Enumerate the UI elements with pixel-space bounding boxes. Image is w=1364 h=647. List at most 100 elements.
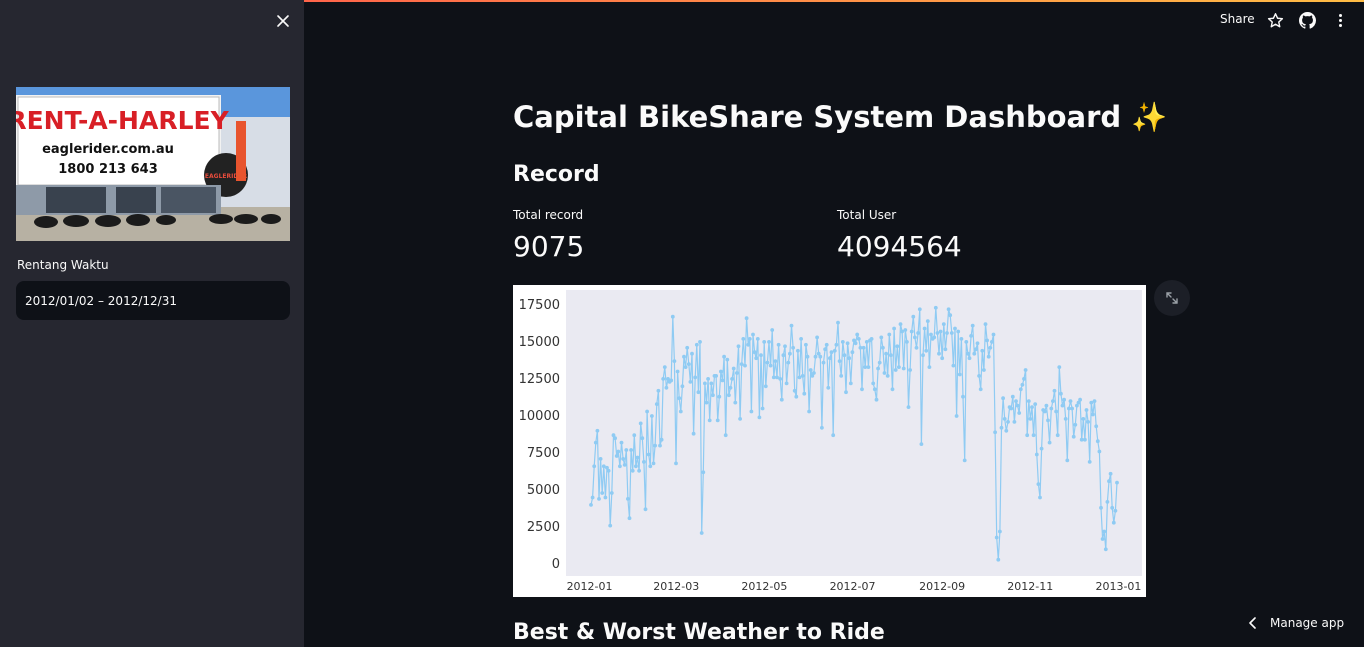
data-point: [760, 406, 765, 411]
data-point: [988, 345, 993, 350]
share-button[interactable]: Share: [1220, 12, 1255, 26]
data-point: [1052, 388, 1057, 393]
data-point: [715, 418, 720, 423]
page-title-text: Capital BikeShare System Dashboard: [513, 100, 1122, 134]
star-button[interactable]: [1267, 12, 1284, 29]
metric-total-record-label: Total record: [513, 208, 584, 222]
data-point: [807, 409, 811, 414]
data-point: [837, 359, 842, 363]
data-point: [1018, 387, 1023, 392]
data-point: [1113, 508, 1118, 513]
data-point: [925, 319, 930, 323]
data-point: [977, 374, 981, 378]
data-point: [884, 351, 888, 356]
data-point: [879, 335, 884, 340]
data-point: [603, 495, 608, 500]
data-point: [919, 442, 924, 446]
star-icon: [1267, 13, 1284, 28]
data-point: [808, 368, 813, 372]
data-point: [916, 331, 920, 335]
fullscreen-button[interactable]: [1154, 280, 1190, 316]
data-point: [606, 468, 611, 473]
data-point: [869, 337, 874, 341]
data-point: [696, 390, 701, 395]
data-point: [733, 400, 738, 405]
data-point: [922, 326, 927, 331]
data-point: [845, 341, 850, 346]
data-point: [871, 381, 876, 386]
data-point: [953, 326, 957, 331]
date-range-value: 2012/01/02 – 2012/12/31: [25, 293, 177, 308]
record-heading: Record: [513, 162, 600, 187]
data-point: [921, 353, 925, 358]
data-point: [1057, 365, 1062, 369]
data-point: [946, 307, 951, 312]
data-point: [990, 340, 994, 344]
data-point: [949, 331, 954, 335]
data-point: [853, 341, 858, 346]
data-point: [1004, 428, 1009, 433]
data-point: [706, 377, 710, 381]
data-point: [821, 360, 826, 365]
github-button[interactable]: [1299, 12, 1316, 29]
data-point: [941, 322, 946, 326]
close-icon: [277, 15, 289, 27]
x-tick-label: 2012-07: [830, 580, 876, 593]
data-point: [659, 437, 664, 442]
data-point: [826, 385, 831, 390]
data-point: [686, 362, 691, 366]
data-point: [832, 348, 837, 353]
data-point: [683, 365, 688, 369]
data-point: [974, 347, 978, 352]
data-point: [1083, 437, 1087, 442]
data-point: [739, 362, 744, 366]
data-point: [640, 436, 645, 441]
data-point: [597, 497, 601, 501]
date-range-input[interactable]: 2012/01/02 – 2012/12/31: [16, 281, 290, 320]
data-point: [1014, 399, 1018, 403]
y-tick-label: 7500: [527, 446, 560, 461]
data-point: [1087, 460, 1092, 464]
manage-app-button[interactable]: Manage app: [1248, 616, 1344, 630]
data-point: [653, 443, 657, 448]
logo-web-text: eaglerider.com.au: [42, 142, 174, 157]
data-point: [1060, 403, 1065, 408]
data-point: [1049, 406, 1054, 411]
data-point: [815, 335, 819, 340]
y-tick-label: 0: [552, 557, 560, 572]
manage-app-label: Manage app: [1270, 616, 1345, 630]
data-point: [722, 354, 726, 359]
data-point: [972, 351, 977, 356]
data-point: [938, 329, 943, 334]
data-point: [847, 356, 852, 361]
data-point: [626, 497, 630, 501]
data-point: [1070, 406, 1074, 411]
data-point: [670, 314, 675, 319]
close-sidebar-button[interactable]: [274, 12, 292, 30]
data-point: [765, 360, 770, 365]
data-point: [778, 377, 783, 381]
chevron-left-icon: [1249, 617, 1256, 629]
y-tick-label: 2500: [527, 520, 560, 535]
data-point: [1044, 403, 1049, 408]
data-point: [784, 381, 789, 386]
data-point: [759, 353, 763, 358]
main-menu-button[interactable]: [1332, 12, 1349, 29]
data-point: [818, 354, 823, 359]
data-point: [598, 457, 603, 461]
data-point: [898, 322, 903, 326]
data-point: [754, 356, 759, 361]
data-point: [1006, 420, 1010, 424]
data-point: [983, 322, 988, 326]
data-point: [736, 344, 741, 349]
data-point: [786, 360, 791, 365]
data-point: [589, 503, 593, 507]
data-point: [592, 464, 597, 469]
data-point: [957, 372, 962, 377]
data-point: [1078, 397, 1082, 402]
data-point: [622, 463, 627, 467]
data-point: [741, 337, 746, 341]
data-point: [728, 385, 733, 390]
data-point: [980, 348, 985, 353]
data-point: [892, 326, 896, 331]
